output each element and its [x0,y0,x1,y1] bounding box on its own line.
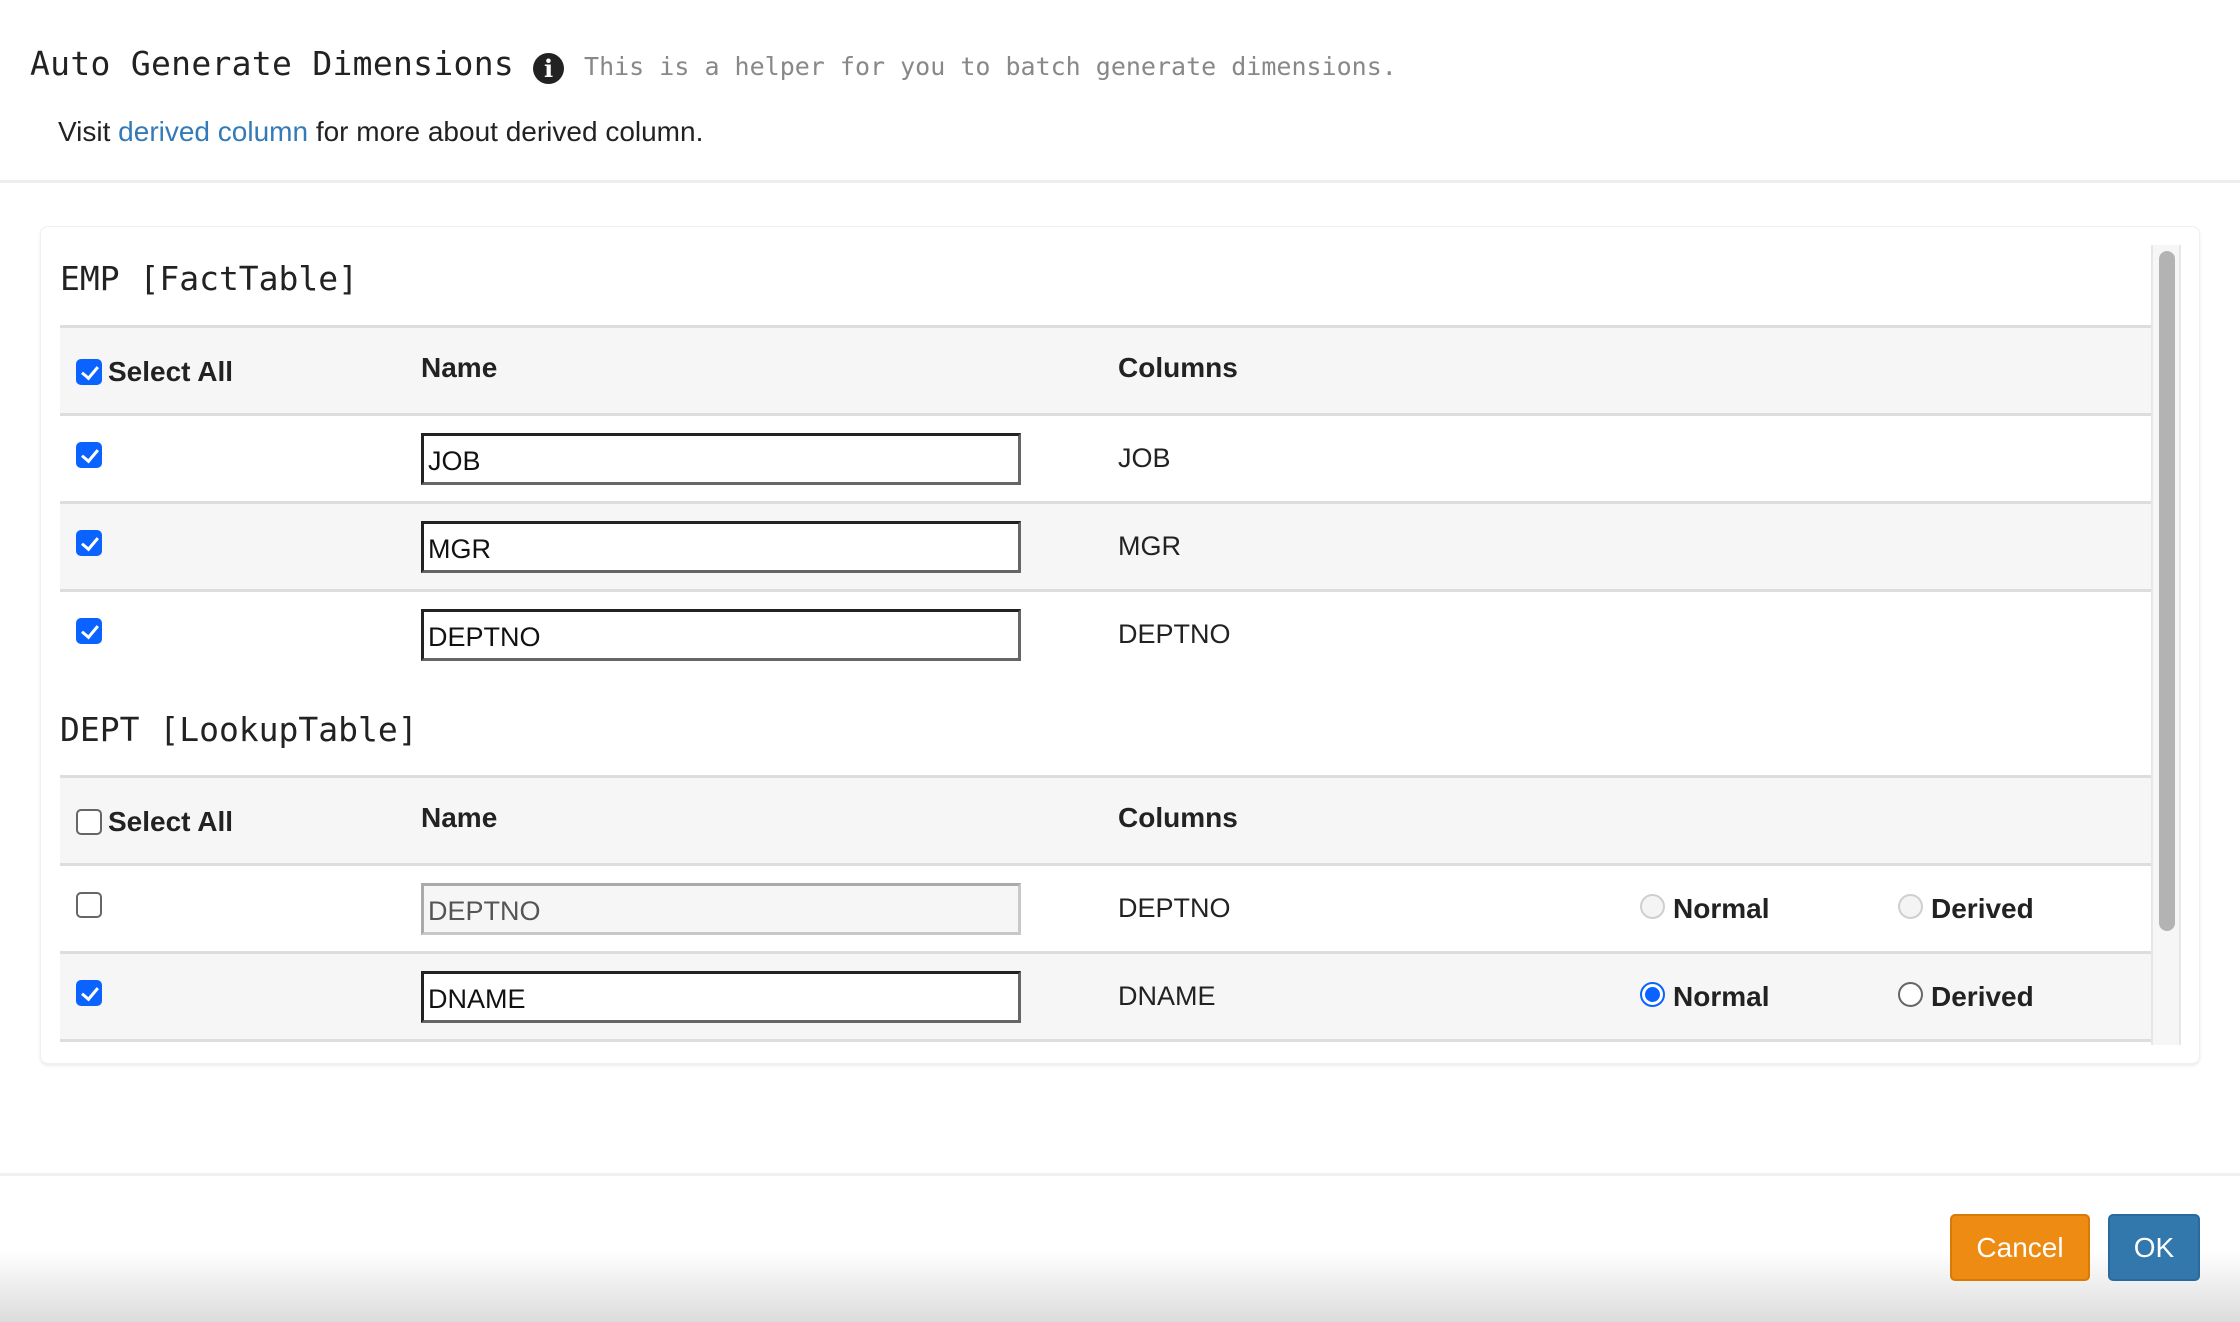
dimension-name-input[interactable] [421,970,1021,1023]
table-header-row: Select All Name Columns [60,775,2151,863]
derived-column-link[interactable]: derived column [118,116,308,147]
normal-label: Normal [1673,980,1770,1012]
dimensions-panel: EMP [FactTable] Select All Name Columns … [40,226,2200,1064]
dimension-name-input[interactable] [421,520,1021,573]
dimension-name-input[interactable] [421,432,1021,485]
row-checkbox[interactable] [76,529,102,556]
derived-label: Derived [1931,892,2034,924]
column-name: DEPTNO [1118,893,1231,923]
normal-option[interactable]: Normal [1640,981,1769,1013]
column-name: MGR [1118,531,1181,561]
row-checkbox[interactable] [76,891,102,918]
info-circle-icon[interactable]: i [533,53,565,84]
column-name: DNAME [1118,981,1216,1011]
dept-select-all[interactable]: Select All [76,806,233,838]
table-header-row: Select All Name Columns [60,325,2151,413]
footer-divider [0,1173,2240,1176]
modal-subtitle: This is a helper for you to batch genera… [584,52,1397,81]
row-checkbox[interactable] [76,441,102,468]
table-row: DNAME Normal Derived [60,951,2151,1039]
emp-table-title: EMP [FactTable] [60,259,359,298]
scrollbar-thumb[interactable] [2159,251,2175,931]
table-end-border [60,1039,2151,1042]
select-all-label: Select All [108,355,234,387]
derived-radio[interactable] [1898,982,1923,1007]
panel-scrollbar[interactable] [2151,245,2181,1045]
dept-dimensions-table: Select All Name Columns DEPTNO Normal [60,775,2151,1042]
name-column-header: Name [421,801,498,833]
modal-header: Auto Generate Dimensions i This is a hel… [0,0,2240,183]
normal-label: Normal [1673,892,1770,924]
help-text-prefix: Visit [58,116,111,147]
ok-button[interactable]: OK [2108,1214,2200,1281]
name-column-header: Name [421,351,498,383]
table-row: DEPTNO Normal Derived [60,863,2151,951]
columns-column-header: Columns [1118,801,1238,833]
modal-title: Auto Generate Dimensions [30,44,515,83]
derived-label: Derived [1931,980,2034,1012]
table-row: DEPTNO [60,589,2151,677]
dept-table-title: DEPT [LookupTable] [60,710,418,749]
emp-select-all-checkbox[interactable] [76,358,102,385]
footer-shade [0,1250,2240,1322]
derived-option[interactable]: Derived [1898,981,2034,1013]
normal-option[interactable]: Normal [1640,893,1769,925]
dimension-name-input[interactable] [421,608,1021,661]
normal-radio[interactable] [1640,894,1665,919]
dimension-name-input[interactable] [421,882,1021,935]
emp-select-all[interactable]: Select All [76,356,233,388]
table-row: MGR [60,501,2151,589]
help-text: Visit derived column for more about deri… [58,116,703,148]
help-text-suffix: for more about derived column. [315,116,704,147]
derived-option[interactable]: Derived [1898,893,2034,925]
row-checkbox[interactable] [76,617,102,644]
dimensions-scroll-area: EMP [FactTable] Select All Name Columns … [41,227,2151,1045]
column-name: JOB [1118,443,1171,473]
column-name: DEPTNO [1118,619,1231,649]
emp-dimensions-table: Select All Name Columns JOB MGR DEPTNO [60,325,2151,677]
table-row: JOB [60,413,2151,501]
normal-radio[interactable] [1640,982,1665,1007]
title-row: Auto Generate Dimensions i This is a hel… [30,44,1397,84]
select-all-label: Select All [108,805,234,837]
derived-radio[interactable] [1898,894,1923,919]
row-checkbox[interactable] [76,979,102,1006]
dept-select-all-checkbox[interactable] [76,808,102,835]
cancel-button[interactable]: Cancel [1950,1214,2090,1281]
columns-column-header: Columns [1118,351,1238,383]
